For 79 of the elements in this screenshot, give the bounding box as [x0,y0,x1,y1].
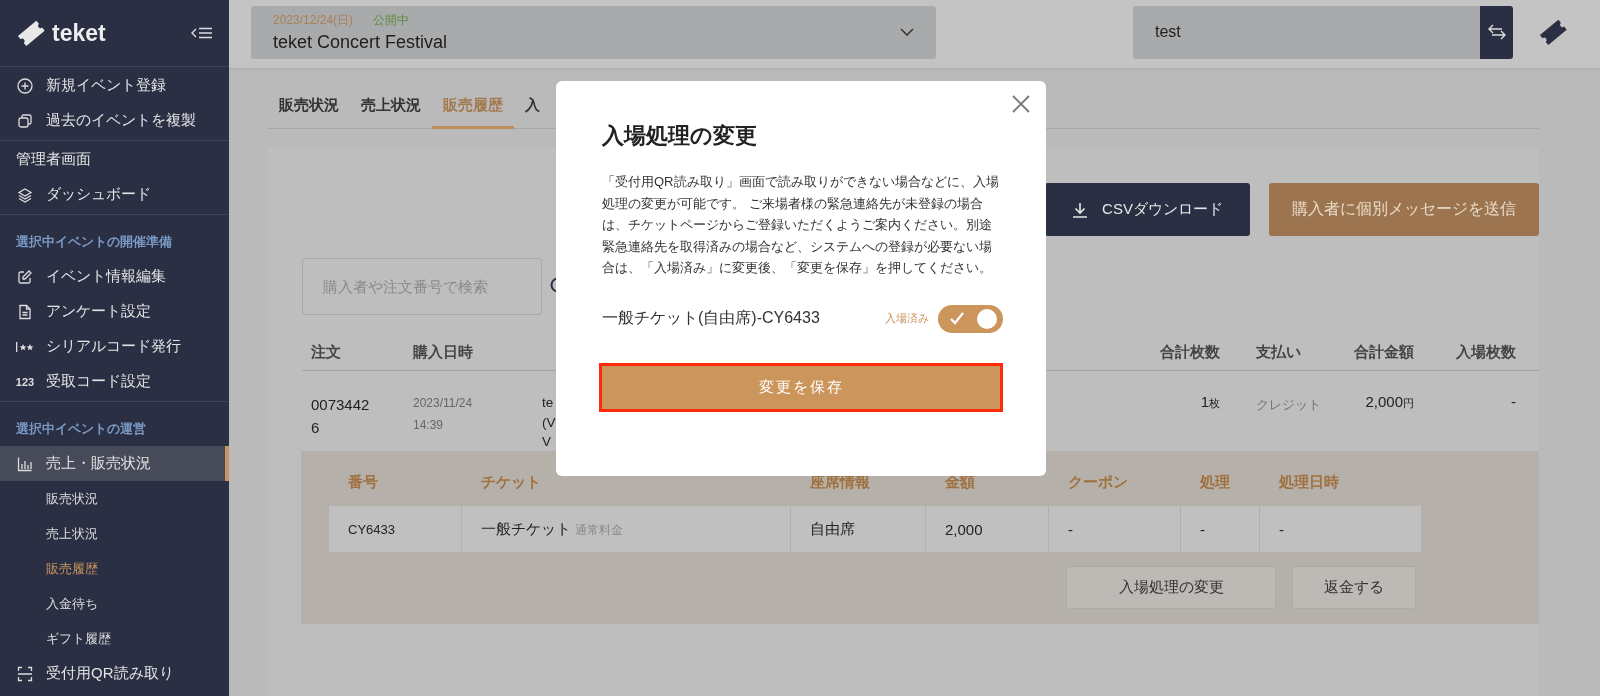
sidebar-item[interactable]: シリアルコード発行 [0,329,229,364]
table-cell: - [1279,520,1284,538]
ticket-logo-icon [16,19,46,47]
table-cell: - [1068,520,1073,538]
column-header: 支払い [1220,343,1340,371]
ticket-count: 1枚 [1200,393,1220,410]
collapse-menu-icon[interactable] [191,26,213,40]
copy-icon [17,112,33,129]
total-amount: 2,000円 [1365,393,1414,410]
switch-button[interactable] [1480,5,1513,59]
plus-circle-icon [17,77,33,94]
section-label: 選択中イベントの開催準備 [15,234,173,251]
sidebar-heading[interactable]: 管理者画面 [16,150,91,169]
entered-count: - [1511,393,1516,410]
chevron-down-icon [900,28,914,36]
sidebar-item[interactable]: アンケート設定 [0,294,229,329]
column-header: 注文 [302,343,413,371]
sidebar-item[interactable]: 123 受取コード設定 [0,364,229,399]
sidebar-item[interactable]: 新規イベント登録 [0,68,229,103]
event-name: teket Concert Festival [273,31,449,53]
serial-icon [16,339,34,354]
csv-download-button[interactable]: CSVダウンロード [1045,183,1250,236]
sidebar-subitem[interactable]: 入金待ち [0,586,229,621]
download-icon [1072,201,1089,218]
table-cell: CY6433 [348,521,395,537]
sidebar-item[interactable]: 売上・販売状況 [0,446,229,481]
layers-icon [17,186,33,203]
swap-arrows-icon [1487,24,1506,40]
tab[interactable]: 売上状況 [350,96,432,129]
number-icon: 123 [15,375,35,388]
table-cell: 2,000 [945,520,983,538]
tab[interactable]: 入 [514,96,551,129]
order-number: 00734426 [311,395,371,439]
sidebar-subitem[interactable]: ギフト履歴 [0,621,229,656]
sidebar-subitem[interactable]: 販売状況 [0,481,229,516]
column-header: チケット [481,473,541,490]
event-status: 公開中 [373,11,410,29]
entered-toggle[interactable] [938,304,1003,333]
column-header: 購入日時 [413,343,542,371]
sidebar-item[interactable]: イベント情報編集 [0,259,229,294]
buyer-text: (V [542,413,556,432]
ticket-label: 一般チケット(自由席)-CY6433 [602,308,821,329]
purchase-date: 2023/11/24 14:39 [413,395,474,434]
qr-scan-icon [17,665,33,682]
ticket-icon [1538,18,1568,46]
document-icon [17,303,33,320]
bar-chart-icon [17,455,33,472]
edit-icon [17,268,33,285]
event-date: 2023/12/24(日) [273,11,354,29]
modal-description: 「受付用QR読み取り」画面で読み取りができない場合などに、入場処理の変更が可能です。 ご来場者様の緊急連絡先が未登録の場合は、チケットページからご登録いただくようご案内ください。別途緊急連絡先を取得済みの場合など、システムへの登録が必要ない場合は、「入場済み」に変更後、「変更を保存」を押してください。 [602,173,1000,278]
column-header: 処理 [1200,473,1230,490]
column-header: 金額 [945,473,975,490]
toggle-label: 入場済み [885,311,929,327]
sidebar-subitem[interactable]: 販売履歴 [0,551,229,586]
close-icon[interactable] [1012,95,1030,113]
modal-title: 入場処理の変更 [602,123,758,150]
buyer-text: te [542,394,554,412]
sidebar-item[interactable]: 過去のイベントを複製 [0,103,229,138]
refund-button[interactable]: 返金する [1292,566,1416,609]
buyer-text: V [542,433,551,452]
change-entry-button[interactable]: 入場処理の変更 [1066,566,1276,609]
table-cell: 自由席 [810,519,855,539]
sidebar-subitem[interactable]: 売上状況 [0,516,229,551]
section-label: 選択中イベントの運営 [15,421,147,438]
column-header: 処理日時 [1279,473,1339,490]
sidebar-item[interactable]: 受付用QR読み取り [0,656,229,691]
column-header: 合計金額 [1340,343,1414,371]
column-header: 番号 [348,473,378,490]
event-selector[interactable]: 2023/12/24(日) 公開中 teket Concert Festival [251,5,936,59]
tab[interactable]: 販売状況 [268,96,350,129]
sidebar-item[interactable]: ダッシュボード [0,177,229,212]
organizer-field[interactable]: test [1133,5,1480,59]
column-header: 入場枚数 [1414,343,1539,371]
check-icon [950,311,964,325]
payment-method: クレジット [1256,396,1322,414]
table-cell: - [1200,520,1205,538]
column-header: クーポン [1068,473,1128,490]
column-header: 合計枚数 [1140,343,1220,371]
logo-text: teket [52,19,107,47]
